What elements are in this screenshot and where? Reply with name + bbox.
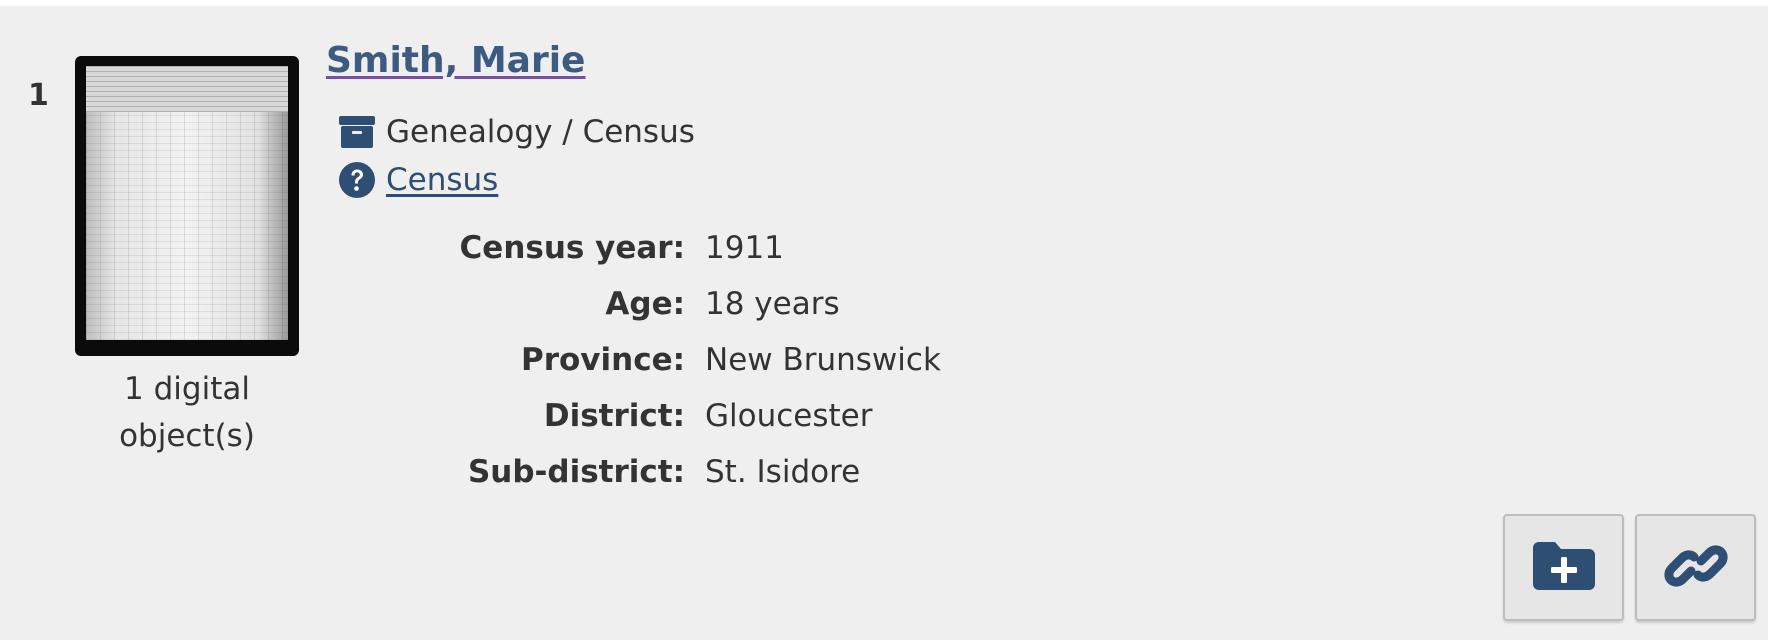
field-label: Sub-district: [467,454,685,490]
copy-link-button[interactable] [1635,514,1756,621]
digital-object-count: 1 digital object(s) [119,371,255,454]
question-circle-icon[interactable] [338,161,376,199]
field-province: Province: New Brunswick [420,332,941,388]
record-thumbnail[interactable] [75,56,299,356]
record-title-link[interactable]: Smith, Marie [326,40,585,81]
field-value: St. Isidore [705,454,861,490]
field-value: New Brunswick [705,342,941,378]
field-value: 18 years [705,286,840,322]
field-census-year: Census year: 1911 [420,220,941,276]
archive-box-icon [338,113,376,151]
folder-plus-icon [1531,540,1597,596]
census-page-header [86,66,288,112]
record-type-path: Genealogy / Census [386,114,695,150]
field-district: District: Gloucester [420,388,941,444]
field-value: Gloucester [705,398,873,434]
collection-line: Census [338,160,498,200]
add-to-folder-button[interactable] [1503,514,1624,621]
record-type: Genealogy / Census [338,112,695,152]
field-label: Province: [520,342,685,378]
field-value: 1911 [705,230,784,266]
field-sub-district: Sub-district: St. Isidore [420,444,941,500]
census-collection-link[interactable]: Census [386,162,498,198]
census-page-image [86,66,288,340]
field-label: Age: [605,286,685,322]
field-label: District: [543,398,685,434]
field-label: Census year: [459,230,685,266]
record-fields: Census year: 1911 Age: 18 years Province… [420,220,941,500]
field-age: Age: 18 years [420,276,941,332]
result-number: 1 [28,78,49,113]
link-icon [1663,534,1728,602]
search-result-row: 1 1 digital object(s) Smith, Marie Genea… [0,6,1768,640]
